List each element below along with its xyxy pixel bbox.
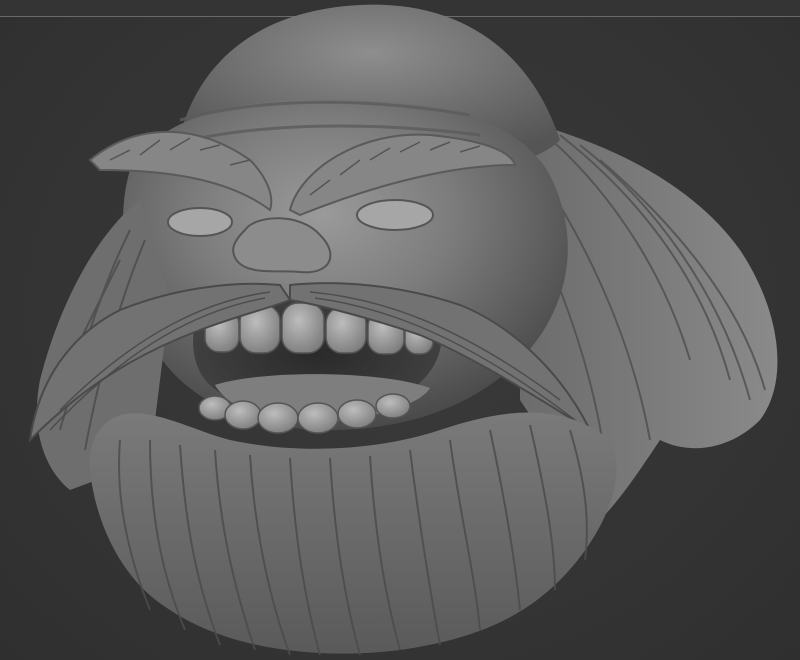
beard [89, 412, 617, 656]
sculpted-dwarf-head-model[interactable] [0, 0, 800, 660]
3d-viewport[interactable] [0, 0, 800, 660]
